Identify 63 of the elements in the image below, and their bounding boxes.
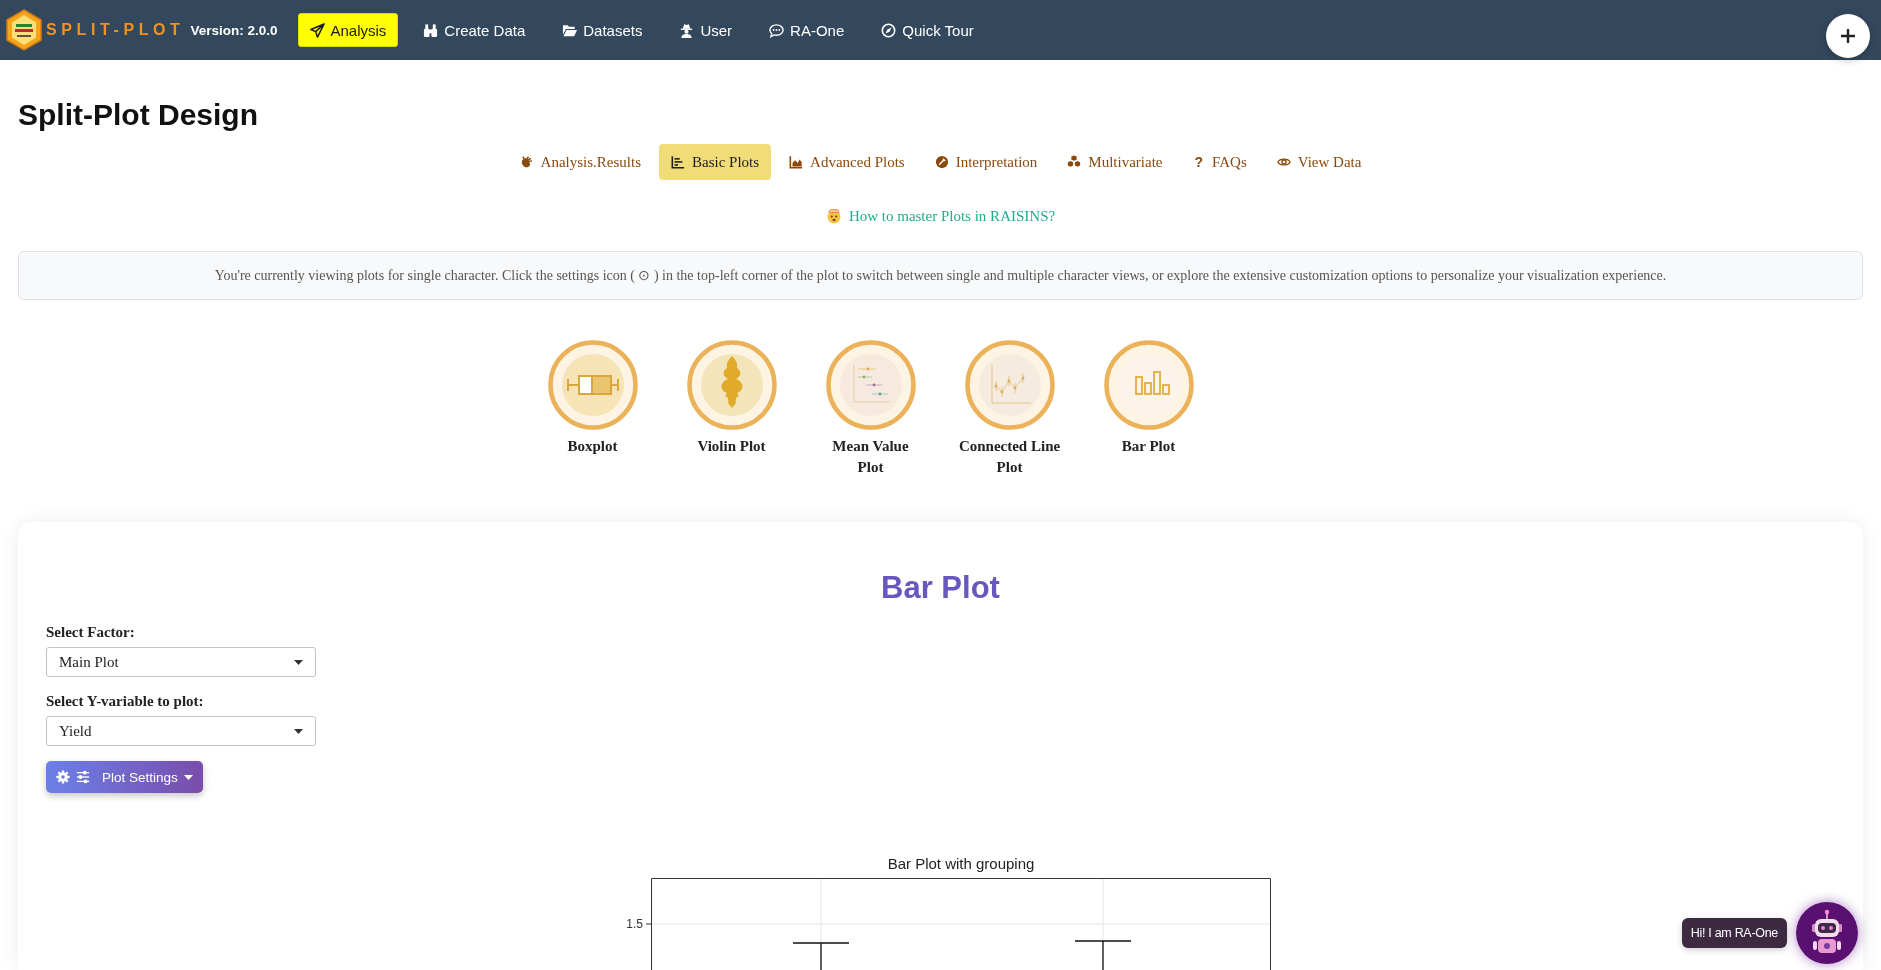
brand-name: SPLIT-PLOT: [46, 21, 185, 39]
chat-greeting: Hi! I am RA-One: [1681, 918, 1787, 948]
violin-plot-icon[interactable]: [686, 340, 777, 430]
binoculars-icon: [423, 22, 439, 38]
plot-type-label: Boxplot: [567, 437, 618, 456]
y-tick-label: 1.5: [625, 917, 643, 931]
plot-type-label: Violin Plot: [697, 437, 766, 456]
compass-icon: [881, 22, 897, 38]
cubes-icon: [1067, 155, 1082, 169]
caret-icon: [294, 728, 303, 734]
eye-icon: [1276, 155, 1291, 169]
bar-chart-icon: [671, 155, 685, 169]
error-bar: [1073, 940, 1132, 970]
tab[interactable]: ? FAQs: [1180, 144, 1259, 180]
plot-type-label: Connected Line Plot: [957, 437, 1062, 477]
chatbot-button[interactable]: [1796, 902, 1858, 964]
tick-mark: [645, 923, 651, 925]
select-field[interactable]: Main Plot: [46, 647, 316, 677]
tab[interactable]: Advanced Plots: [777, 144, 917, 180]
area-chart-icon: [789, 155, 804, 169]
pencil-circle-icon: [934, 155, 949, 169]
nav-item[interactable]: Quick Tour: [869, 13, 986, 47]
nav-item[interactable]: RA-One: [757, 13, 857, 47]
version-label: Version: 2.0.0: [190, 22, 278, 38]
field-label: Select Factor:: [46, 623, 135, 641]
emoji-icon: [825, 208, 842, 224]
plot-type-label: Mean Value Plot: [831, 437, 910, 477]
plot-type-label: Bar Plot: [1121, 437, 1176, 456]
panel-title: Bar Plot: [881, 569, 1000, 607]
tab[interactable]: Analysis.Results: [507, 144, 653, 180]
info-text: You're currently viewing plots for single character. Click the settings icon ( ⊙ ) in the top-left corner of the plot to switch between single and multiple character views, or explore the extensive customization options to personalize your visualization experience.: [214, 267, 1667, 284]
plot-settings-button[interactable]: Plot Settings: [46, 761, 203, 793]
paper-plane-icon: [309, 22, 325, 38]
gear-icon: [56, 770, 70, 784]
nav-item[interactable]: User: [667, 13, 745, 47]
line-plot-icon[interactable]: [964, 340, 1055, 430]
hand-icon: [519, 155, 534, 169]
hexagon-logo-icon: [6, 9, 42, 51]
caret-icon: [183, 774, 193, 780]
add-button[interactable]: [1826, 14, 1870, 58]
tab[interactable]: Basic Plots: [659, 144, 772, 180]
tab[interactable]: View Data: [1264, 144, 1374, 180]
nav-item[interactable]: Create Data: [411, 13, 538, 47]
bar-plot-icon[interactable]: [1103, 340, 1194, 430]
field-label: Select Y-variable to plot:: [46, 692, 204, 710]
question-icon: ?: [1192, 154, 1206, 170]
chat-bubble-icon: [769, 22, 785, 38]
chart-title: Bar Plot with grouping: [887, 855, 1034, 872]
mean-value-plot-icon[interactable]: [825, 340, 916, 430]
nav-item[interactable]: Datasets: [550, 13, 655, 47]
caret-icon: [294, 659, 303, 665]
error-bar: [791, 942, 850, 970]
tab[interactable]: Interpretation: [922, 144, 1050, 180]
page-title: Split-Plot Design: [18, 97, 258, 133]
nav-item[interactable]: Analysis: [297, 13, 399, 47]
boxplot-icon[interactable]: [547, 340, 638, 430]
folder-icon: [562, 22, 578, 38]
sliders-icon: [76, 770, 90, 784]
plus-icon: [1840, 28, 1856, 44]
robot-icon: [1796, 902, 1858, 964]
tab[interactable]: Multivariate: [1055, 144, 1175, 180]
select-field[interactable]: Yield: [46, 716, 316, 746]
user-icon: [679, 22, 695, 38]
